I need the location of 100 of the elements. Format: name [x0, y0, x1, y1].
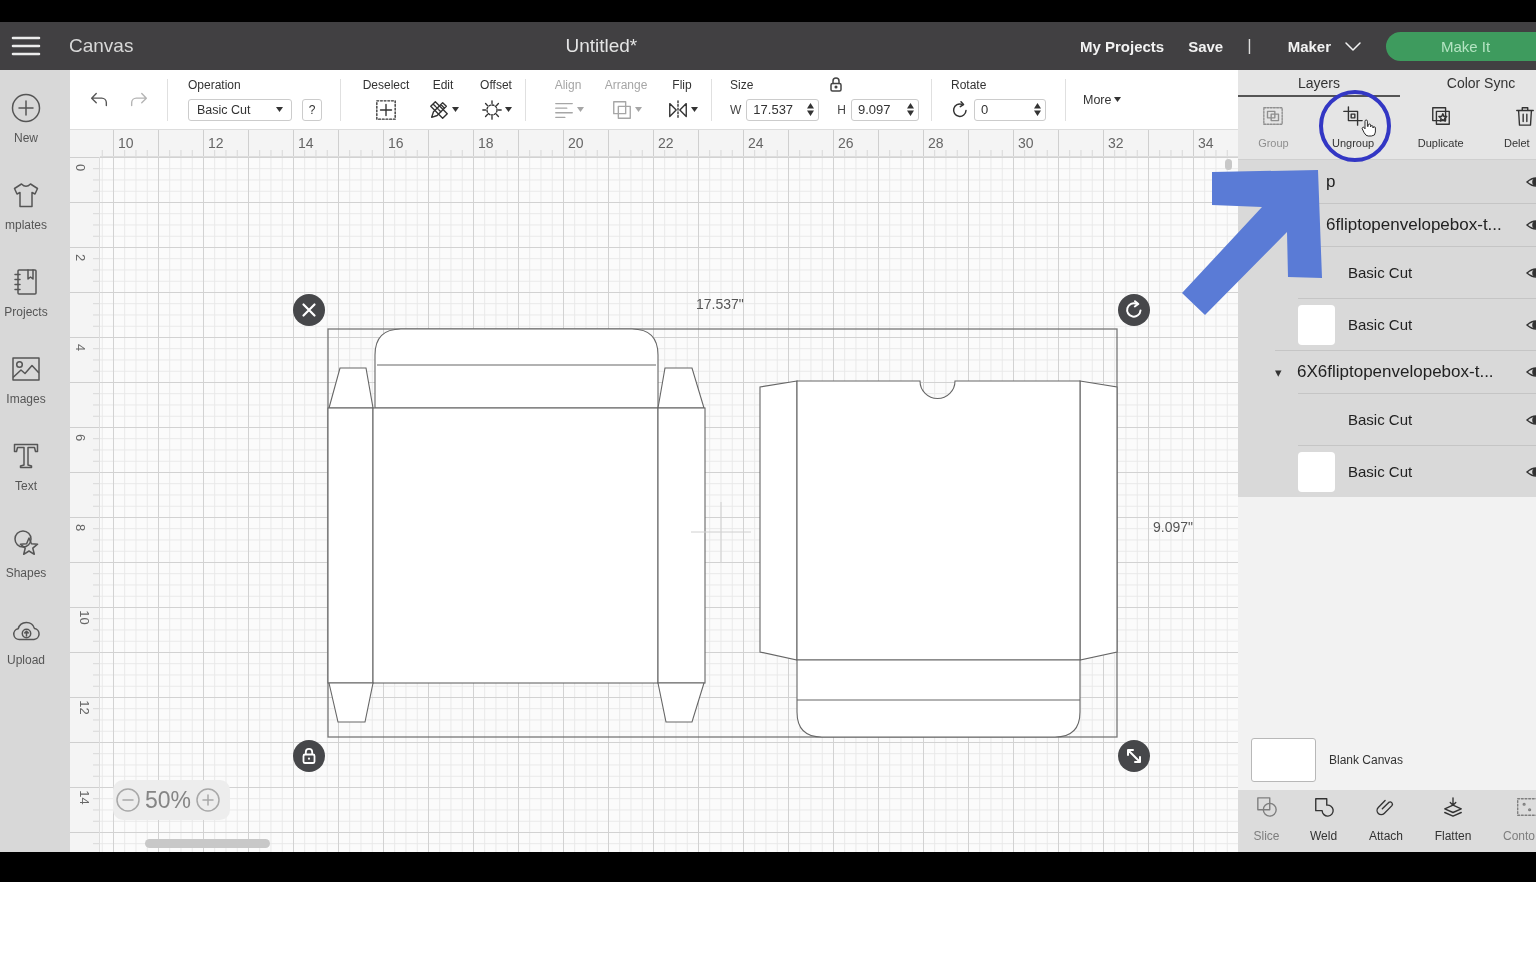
layer-tool-button[interactable]: Flatten: [1420, 790, 1486, 852]
t-shirt-icon: [11, 180, 41, 210]
shapes-icon: [11, 528, 41, 558]
panel-tab[interactable]: Layers: [1238, 70, 1400, 97]
tool-button[interactable]: Offset: [471, 77, 521, 122]
dashed-plus-icon: [375, 98, 397, 121]
layer-action-button[interactable]: Duplicate: [1397, 105, 1484, 160]
field-label: W: [730, 102, 742, 117]
hand-cursor-icon: [1361, 119, 1376, 137]
ruler-number: 10: [76, 610, 92, 625]
sidebar-item[interactable]: Shapes: [0, 528, 52, 615]
eye-icon[interactable]: [1526, 412, 1536, 427]
ruler-number: 30: [1018, 136, 1034, 151]
layer-tool-button[interactable]: Weld: [1295, 790, 1352, 852]
squares-star-icon: [1429, 105, 1452, 127]
scrollbar-thumb[interactable]: [145, 839, 270, 848]
flip-icon: [666, 98, 689, 121]
eye-icon[interactable]: [1526, 218, 1536, 232]
stacked-squares-icon: [610, 98, 633, 121]
layer-name[interactable]: p: [1326, 171, 1336, 192]
ruler-number: 14: [76, 790, 92, 805]
width-dimension: 17.537": [696, 296, 744, 312]
sidebar-item[interactable]: New: [0, 93, 52, 180]
layer-action-button[interactable]: Delet: [1484, 105, 1536, 160]
crop-corners-icon: [1342, 105, 1365, 127]
caret-icon: [276, 107, 283, 112]
tool-button[interactable]: Flip: [662, 77, 702, 122]
resize-icon[interactable]: [1118, 740, 1150, 772]
center-mark: [690, 501, 752, 563]
sidebar-item[interactable]: Text: [0, 441, 52, 528]
operation-dropdown[interactable]: Basic Cut: [188, 98, 292, 121]
sidebar-item[interactable]: Upload: [0, 615, 52, 702]
ruler-number: 16: [388, 136, 404, 151]
pencil-ruler-icon: [427, 98, 450, 121]
sidebar-item[interactable]: mplates: [0, 180, 52, 267]
size-label: Size: [730, 77, 754, 92]
app-title: Canvas: [69, 35, 134, 57]
ruler-number: 32: [1108, 136, 1124, 151]
eye-icon[interactable]: [1526, 365, 1536, 379]
stepper-icon[interactable]: [1034, 103, 1041, 116]
lock-icon[interactable]: [293, 740, 325, 772]
width-field[interactable]: 17.537: [746, 98, 820, 121]
separator-text: |: [1247, 36, 1252, 56]
sun-icon: [480, 98, 503, 121]
more-button[interactable]: More: [1083, 92, 1122, 107]
layer-name[interactable]: Basic Cut: [1348, 264, 1413, 281]
lock-icon[interactable]: [830, 76, 843, 92]
machine-dropdown[interactable]: Maker: [1287, 37, 1361, 55]
ruler-number: 2: [73, 253, 89, 262]
group-icon: [1262, 105, 1285, 127]
ruler-number: 18: [478, 136, 494, 151]
ruler-number: 10: [118, 136, 134, 151]
document-title: Untitled*: [565, 35, 638, 57]
stepper-icon[interactable]: [907, 103, 914, 116]
rotate-icon[interactable]: [951, 100, 969, 119]
ruler-number: 20: [568, 136, 584, 151]
layer-action-button[interactable]: Ungroup: [1308, 105, 1398, 160]
help-button[interactable]: ?: [302, 98, 322, 121]
tool-button[interactable]: Deselect: [357, 77, 415, 122]
ruler-number: 12: [76, 700, 92, 715]
ruler-number: 26: [838, 136, 854, 151]
eye-icon[interactable]: [1526, 317, 1536, 332]
rotate-field[interactable]: 0: [974, 98, 1046, 121]
field-label: H: [837, 102, 846, 117]
menu-icon[interactable]: [12, 37, 40, 55]
layer-name[interactable]: Basic Cut: [1348, 411, 1413, 428]
eye-icon[interactable]: [1526, 265, 1536, 280]
ruler-number: 6: [73, 433, 89, 442]
layer-name[interactable]: Basic Cut: [1348, 463, 1413, 480]
sidebar-item[interactable]: Projects: [0, 267, 52, 354]
sidebar-item[interactable]: Images: [0, 354, 52, 441]
overlap-shapes-icon: [1255, 796, 1278, 818]
layer-tool-button[interactable]: Attach: [1352, 790, 1420, 852]
ruler-number: 12: [208, 136, 224, 151]
ruler-number: 14: [298, 136, 314, 151]
layer-name[interactable]: 6X6fliptopenvelopebox-t...: [1297, 362, 1494, 382]
panel-tab[interactable]: Color Sync: [1400, 70, 1536, 97]
header-link[interactable]: Save: [1188, 37, 1224, 55]
rotate-label: Rotate: [951, 77, 988, 92]
highlight-circle: [1319, 90, 1391, 162]
header-link[interactable]: My Projects: [1079, 37, 1165, 55]
ruler-number: 24: [748, 136, 764, 151]
ruler-number: 8: [73, 523, 89, 532]
scrollbar-thumb[interactable]: [1225, 159, 1232, 170]
chevron-down-icon: [1345, 41, 1361, 51]
rotate-icon[interactable]: [1118, 294, 1150, 326]
expand-toggle[interactable]: ▾: [1275, 364, 1287, 380]
text-icon: [11, 441, 41, 471]
eye-icon[interactable]: [1526, 174, 1536, 189]
height-field[interactable]: 9.097: [851, 98, 919, 121]
tool-button[interactable]: Edit: [421, 77, 465, 122]
caret-icon: [1114, 97, 1122, 102]
canvas-swatch[interactable]: [1251, 738, 1316, 782]
layer-name[interactable]: Basic Cut: [1348, 316, 1413, 333]
layer-name[interactable]: 6fliptopenvelopebox-t...: [1326, 215, 1502, 235]
close-icon[interactable]: [293, 294, 325, 326]
image-icon: [11, 354, 41, 384]
stepper-icon[interactable]: [807, 103, 815, 116]
plus-circle-icon: [11, 93, 41, 123]
eye-icon[interactable]: [1526, 464, 1536, 479]
